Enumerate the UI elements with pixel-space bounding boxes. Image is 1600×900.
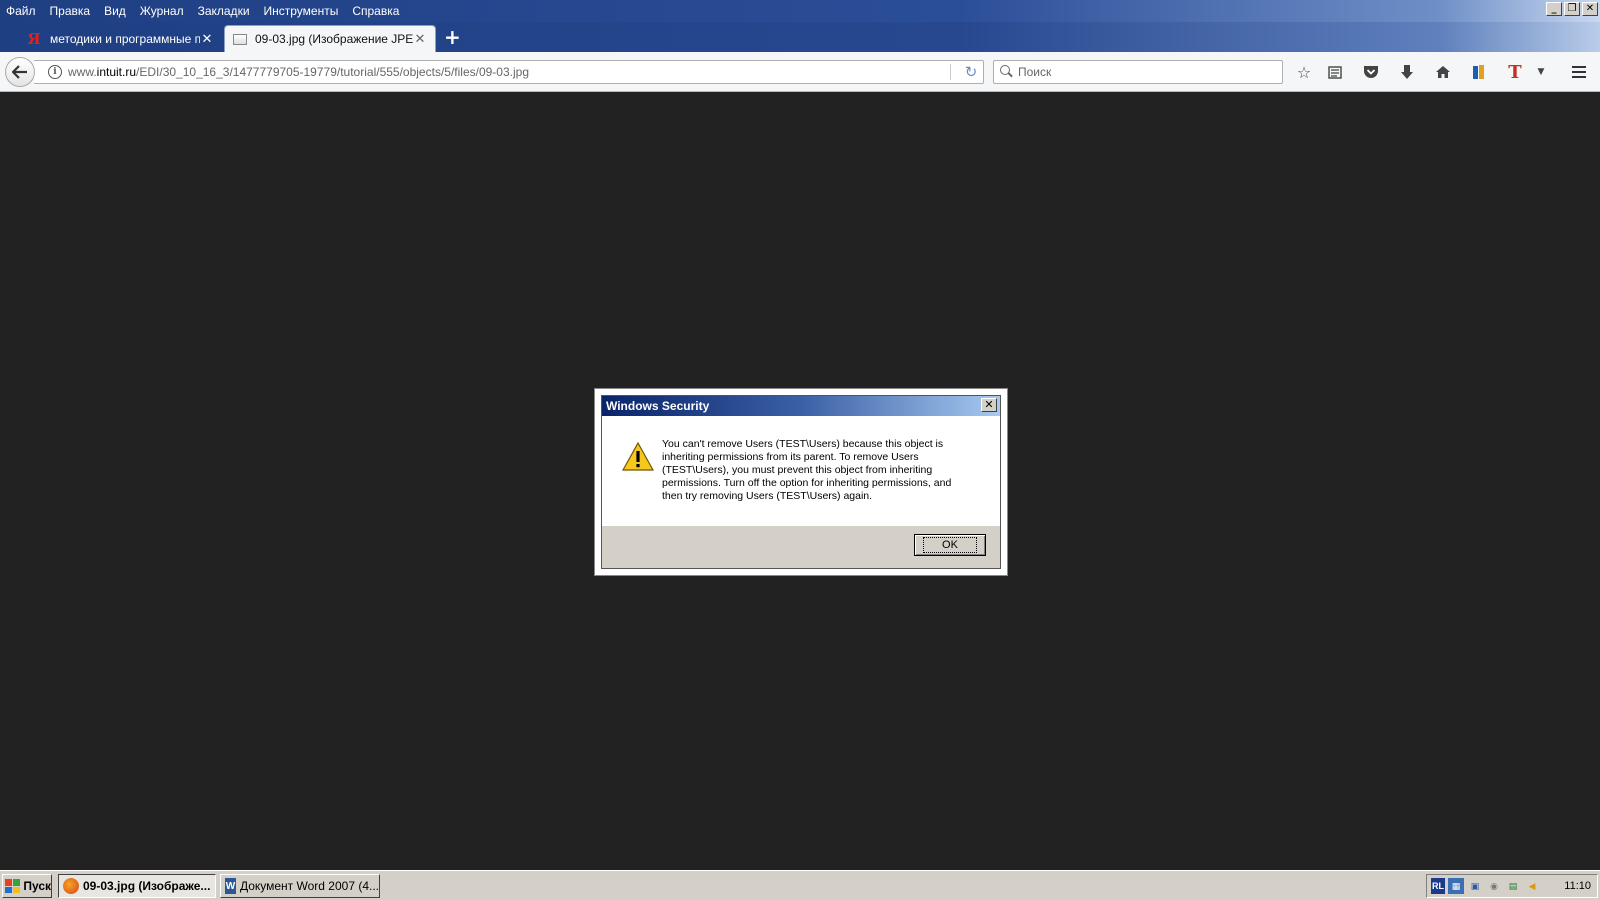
menu-glyph bbox=[1572, 66, 1586, 78]
dialog-close-icon[interactable]: ✕ bbox=[981, 398, 997, 412]
tab-close-icon[interactable]: ✕ bbox=[413, 31, 427, 47]
taskbar-item-label: 09-03.jpg (Изображе... bbox=[83, 879, 211, 893]
back-arrow-icon bbox=[12, 65, 27, 79]
home-icon[interactable] bbox=[1432, 62, 1454, 82]
addon-dropdown-icon[interactable]: ▼ bbox=[1530, 62, 1552, 82]
download-icon[interactable] bbox=[1396, 62, 1418, 82]
pocket-glyph bbox=[1364, 66, 1378, 78]
shield-icon[interactable]: ◉ bbox=[1486, 878, 1502, 894]
network-icon[interactable]: ▦ bbox=[1448, 878, 1464, 894]
bookmark-star-icon[interactable]: ☆ bbox=[1293, 62, 1315, 82]
taskbar-item-label: Документ Word 2007 (4... bbox=[239, 879, 379, 893]
taskbar-item-word[interactable]: W Документ Word 2007 (4... bbox=[220, 874, 380, 898]
url-bar[interactable]: i www.intuit.ru/EDI/30_10_16_3/147777970… bbox=[34, 60, 984, 84]
tab-image[interactable]: 09-03.jpg (Изображение JPE... ✕ bbox=[224, 25, 436, 52]
menu-file[interactable]: Файл bbox=[0, 4, 42, 18]
word-icon: W bbox=[225, 878, 236, 894]
dialog-message: You can't remove Users (TEST\Users) beca… bbox=[662, 438, 952, 502]
tab-bar: Я методики и программные пр... ✕ 09-03.j… bbox=[0, 22, 1600, 52]
yandex-icon: Я bbox=[27, 29, 41, 48]
url-input[interactable]: www.intuit.ru/EDI/30_10_16_3/1477779705-… bbox=[68, 65, 950, 79]
menu-help[interactable]: Справка bbox=[346, 4, 405, 18]
start-label: Пуск bbox=[23, 879, 51, 893]
menu-tools[interactable]: Инструменты bbox=[258, 4, 345, 18]
language-indicator[interactable]: RL bbox=[1431, 878, 1445, 894]
menu-history[interactable]: Журнал bbox=[134, 4, 190, 18]
minimize-button[interactable]: _ bbox=[1546, 2, 1562, 16]
search-bar[interactable]: Поиск bbox=[993, 60, 1283, 84]
new-tab-button[interactable]: + bbox=[444, 26, 461, 48]
start-button[interactable]: Пуск bbox=[2, 874, 52, 898]
reading-list-glyph bbox=[1328, 66, 1342, 79]
volume-icon[interactable]: ◀ bbox=[1524, 878, 1540, 894]
books-addon-icon[interactable] bbox=[1468, 62, 1490, 82]
tab-close-icon[interactable]: ✕ bbox=[200, 31, 214, 47]
tab-yandex[interactable]: Я методики и программные пр... ✕ bbox=[18, 25, 222, 52]
dialog-body: You can't remove Users (TEST\Users) beca… bbox=[602, 416, 1000, 526]
windows-security-dialog: Windows Security ✕ You can't remove User… bbox=[601, 395, 1001, 569]
image-file-icon bbox=[233, 33, 247, 45]
clock: 11:10 bbox=[1564, 880, 1591, 892]
system-tray: RL ▦ ▣ ◉ ▤ ◀ 11:10 bbox=[1426, 874, 1598, 898]
close-window-button[interactable]: ✕ bbox=[1582, 2, 1598, 16]
dialog-titlebar: Windows Security ✕ bbox=[602, 396, 1000, 416]
window-controls: _ ❐ ✕ bbox=[1546, 2, 1598, 16]
display-icon[interactable]: ▣ bbox=[1467, 878, 1483, 894]
menu-view[interactable]: Вид bbox=[98, 4, 132, 18]
menu-edit[interactable]: Правка bbox=[44, 4, 97, 18]
windows-logo-icon bbox=[5, 879, 21, 893]
search-input[interactable]: Поиск bbox=[1018, 65, 1051, 79]
displayed-image: Windows Security ✕ You can't remove User… bbox=[594, 388, 1008, 576]
url-divider bbox=[950, 64, 951, 80]
tab-label: 09-03.jpg (Изображение JPE... bbox=[255, 32, 413, 46]
download-glyph bbox=[1401, 65, 1413, 79]
pocket-icon[interactable] bbox=[1360, 62, 1382, 82]
ok-label: OK bbox=[923, 537, 977, 553]
restore-button[interactable]: ❐ bbox=[1564, 2, 1580, 16]
reading-list-icon[interactable] bbox=[1324, 62, 1346, 82]
warning-icon bbox=[622, 442, 654, 471]
search-icon bbox=[998, 65, 1018, 79]
reload-icon[interactable]: ↻ bbox=[959, 63, 983, 81]
home-glyph bbox=[1436, 66, 1450, 78]
navigation-toolbar: i www.intuit.ru/EDI/30_10_16_3/147777970… bbox=[0, 52, 1600, 92]
tab-label: методики и программные пр... bbox=[50, 31, 200, 46]
hamburger-menu-icon[interactable] bbox=[1568, 62, 1590, 82]
menu-bookmarks[interactable]: Закладки bbox=[192, 4, 256, 18]
taskbar-item-firefox[interactable]: 09-03.jpg (Изображе... bbox=[58, 874, 216, 898]
taskbar: Пуск 09-03.jpg (Изображе... W Документ W… bbox=[0, 870, 1600, 900]
tray-app-icon[interactable]: ▤ bbox=[1505, 878, 1521, 894]
ok-button[interactable]: OK bbox=[914, 534, 986, 556]
dialog-title: Windows Security bbox=[606, 399, 710, 413]
window-titlebar: Файл Правка Вид Журнал Закладки Инструме… bbox=[0, 0, 1600, 22]
translate-addon-icon[interactable]: T bbox=[1504, 62, 1526, 83]
back-button[interactable] bbox=[5, 57, 35, 87]
site-info-icon[interactable]: i bbox=[48, 65, 62, 79]
menu-bar: Файл Правка Вид Журнал Закладки Инструме… bbox=[0, 0, 407, 22]
firefox-icon bbox=[63, 878, 79, 894]
books-glyph bbox=[1473, 65, 1484, 79]
